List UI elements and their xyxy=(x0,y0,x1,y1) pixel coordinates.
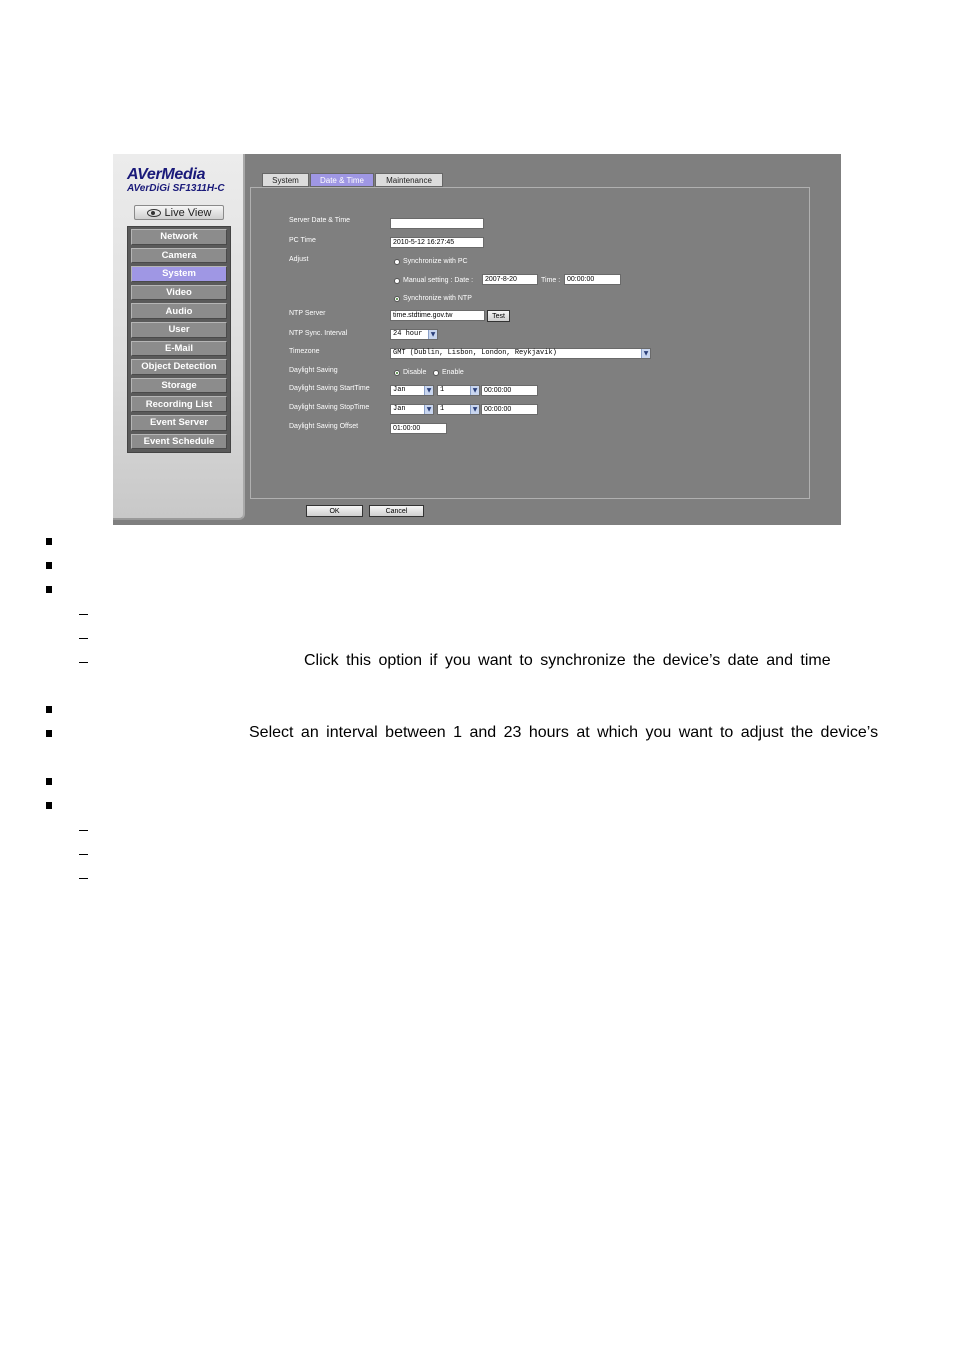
bullet-icon xyxy=(46,586,52,593)
dst-stop-month-value: Jan xyxy=(393,405,406,413)
dash-icon xyxy=(79,854,88,855)
daylight-enable-radio[interactable] xyxy=(433,369,439,376)
server-date-time-label: Server Date & Time xyxy=(289,217,351,224)
chevron-down-icon: ▼ xyxy=(470,386,479,395)
adjust-label: Adjust xyxy=(289,256,309,263)
menu-item-storage[interactable]: Storage xyxy=(131,377,227,394)
dst-start-label: Daylight Saving StartTime xyxy=(289,385,370,392)
menu-item-recording-list[interactable]: Recording List xyxy=(131,396,227,412)
chevron-down-icon: ▼ xyxy=(428,330,437,339)
ok-button[interactable]: OK xyxy=(306,505,363,517)
sync-ntp-description: Click this option if you want to synchro… xyxy=(304,652,831,669)
dash-icon xyxy=(79,830,88,831)
ntp-server-label: NTP Server xyxy=(289,310,326,317)
dst-offset-field[interactable]: 01:00:00 xyxy=(390,423,447,434)
sync-ntp-radio[interactable] xyxy=(394,295,400,302)
bullet-icon xyxy=(46,538,52,545)
tab-system[interactable]: System xyxy=(262,173,309,187)
menu-item-event-server[interactable]: Event Server xyxy=(131,414,227,431)
chevron-down-icon: ▼ xyxy=(641,349,650,358)
ntp-server-field[interactable]: time.stdtime.gov.tw xyxy=(390,310,485,321)
dash-icon xyxy=(79,662,88,663)
sync-ntp-option[interactable]: Synchronize with NTP xyxy=(394,295,472,302)
live-view-label: Live View xyxy=(164,206,212,219)
menu-item-event-schedule[interactable]: Event Schedule xyxy=(131,433,227,450)
dash-icon xyxy=(79,614,88,615)
eye-icon xyxy=(146,208,161,217)
manual-time-field[interactable]: 00:00:00 xyxy=(564,274,621,285)
dst-stop-month-select[interactable]: Jan ▼ xyxy=(390,404,434,415)
timezone-label: Timezone xyxy=(289,348,320,355)
menu-item-camera[interactable]: Camera xyxy=(131,247,227,264)
settings-menu: Network Camera System Video Audio User E… xyxy=(127,226,231,453)
manual-date-field[interactable]: 2007-8-20 xyxy=(482,274,538,285)
dst-stop-day-select[interactable]: 1 ▼ xyxy=(437,404,480,415)
sync-pc-option[interactable]: Synchronize with PC xyxy=(394,258,468,265)
dash-icon xyxy=(79,878,88,879)
live-view-button[interactable]: Live View xyxy=(134,205,224,220)
daylight-disable-option[interactable]: Disable xyxy=(394,369,426,376)
test-button[interactable]: Test xyxy=(487,310,510,322)
menu-item-network[interactable]: Network xyxy=(131,229,227,245)
daylight-enable-option[interactable]: Enable xyxy=(433,369,464,376)
bullet-icon xyxy=(46,562,52,569)
ntp-interval-description: Select an interval between 1 and 23 hour… xyxy=(249,724,879,741)
date-time-panel xyxy=(250,187,810,499)
chevron-down-icon: ▼ xyxy=(424,386,433,395)
ntp-interval-label: NTP Sync. Interval xyxy=(289,330,348,337)
timezone-select[interactable]: GMT (Dublin, Lisbon, London, Reykjavik) … xyxy=(390,348,651,359)
ntp-interval-select[interactable]: 24 hour ▼ xyxy=(390,329,438,340)
menu-item-email[interactable]: E-Mail xyxy=(131,340,227,357)
cancel-button[interactable]: Cancel xyxy=(369,505,424,517)
daylight-enable-label: Enable xyxy=(442,369,464,376)
timezone-value: GMT (Dublin, Lisbon, London, Reykjavik) xyxy=(393,349,557,357)
manual-radio[interactable] xyxy=(394,277,400,284)
screenshot-figure: AVerMedia AVerDiGi SF1311H-C Live View N… xyxy=(113,154,841,525)
daylight-disable-radio[interactable] xyxy=(394,369,400,376)
dst-stop-time-field[interactable]: 00:00:00 xyxy=(481,404,538,415)
sync-ntp-label: Synchronize with NTP xyxy=(403,295,472,302)
menu-item-video[interactable]: Video xyxy=(131,284,227,301)
dst-stop-label: Daylight Saving StopTime xyxy=(289,404,370,411)
tab-date-time[interactable]: Date & Time xyxy=(310,173,374,187)
pc-time-field[interactable]: 2010-5-12 16:27:45 xyxy=(390,237,484,248)
daylight-saving-label: Daylight Saving xyxy=(289,367,338,374)
daylight-disable-label: Disable xyxy=(403,369,427,376)
menu-item-object-detection[interactable]: Object Detection xyxy=(131,359,227,375)
dst-offset-label: Daylight Saving Offset xyxy=(289,423,359,430)
dst-start-day-value: 1 xyxy=(440,386,445,394)
sync-pc-radio[interactable] xyxy=(394,258,400,265)
menu-item-system[interactable]: System xyxy=(131,266,227,282)
dst-start-day-select[interactable]: 1 ▼ xyxy=(437,385,480,396)
sync-pc-label: Synchronize with PC xyxy=(403,258,468,265)
dst-start-month-value: Jan xyxy=(393,386,406,394)
model-label: AVerDiGi SF1311H-C xyxy=(127,183,225,194)
menu-item-audio[interactable]: Audio xyxy=(131,303,227,319)
server-date-time-field[interactable] xyxy=(390,218,484,229)
dash-icon xyxy=(79,638,88,639)
bullet-icon xyxy=(46,778,52,785)
manual-time-label: Time : xyxy=(541,277,561,284)
tab-maintenance[interactable]: Maintenance xyxy=(375,173,443,187)
bullet-icon xyxy=(46,730,52,737)
chevron-down-icon: ▼ xyxy=(470,405,479,414)
avermedia-logo: AVerMedia xyxy=(127,166,206,183)
manual-label: Manual setting : Date : xyxy=(403,277,474,284)
pc-time-label: PC Time xyxy=(289,237,316,244)
manual-option[interactable]: Manual setting : Date : xyxy=(394,277,473,284)
dst-start-time-field[interactable]: 00:00:00 xyxy=(481,385,538,396)
bullet-icon xyxy=(46,706,52,713)
ntp-interval-value: 24 hour xyxy=(393,330,423,338)
bullet-icon xyxy=(46,802,52,809)
menu-item-user[interactable]: User xyxy=(131,321,227,338)
dst-stop-day-value: 1 xyxy=(440,405,445,413)
dst-start-month-select[interactable]: Jan ▼ xyxy=(390,385,434,396)
chevron-down-icon: ▼ xyxy=(424,405,433,414)
sidebar: AVerMedia AVerDiGi SF1311H-C Live View N… xyxy=(113,154,245,520)
